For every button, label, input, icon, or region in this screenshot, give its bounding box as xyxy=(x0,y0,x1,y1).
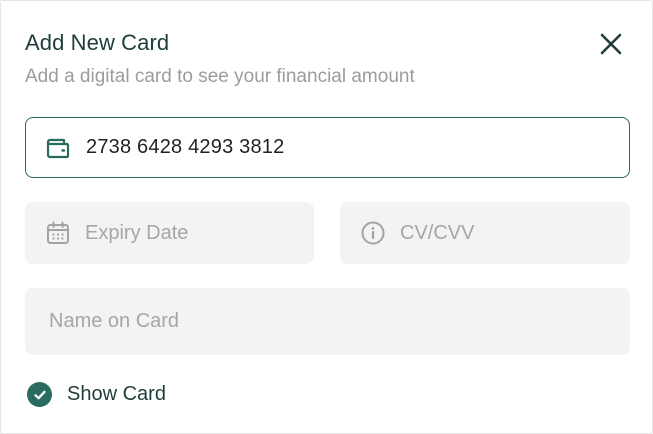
info-icon xyxy=(360,220,386,246)
expiry-date-input[interactable] xyxy=(85,221,314,245)
dialog-title: Add New Card xyxy=(25,30,170,55)
wallet-icon xyxy=(45,135,71,161)
dialog-subtitle: Add a digital card to see your financial… xyxy=(25,66,415,87)
card-number-field[interactable] xyxy=(25,117,630,178)
show-card-checkbox[interactable]: Show Card xyxy=(27,382,166,407)
card-number-input[interactable] xyxy=(86,136,629,159)
close-button[interactable] xyxy=(597,30,625,58)
close-icon xyxy=(599,32,623,56)
name-on-card-field[interactable] xyxy=(25,288,630,355)
cvv-field[interactable] xyxy=(340,202,630,264)
expiry-date-field[interactable] xyxy=(25,202,314,264)
cvv-input[interactable] xyxy=(400,221,630,245)
show-card-label: Show Card xyxy=(67,383,166,405)
calendar-icon xyxy=(45,220,71,246)
name-on-card-input[interactable] xyxy=(49,310,630,333)
add-card-dialog: Add New Card Add a digital card to see y… xyxy=(0,0,653,434)
check-circle-icon[interactable] xyxy=(27,382,52,407)
